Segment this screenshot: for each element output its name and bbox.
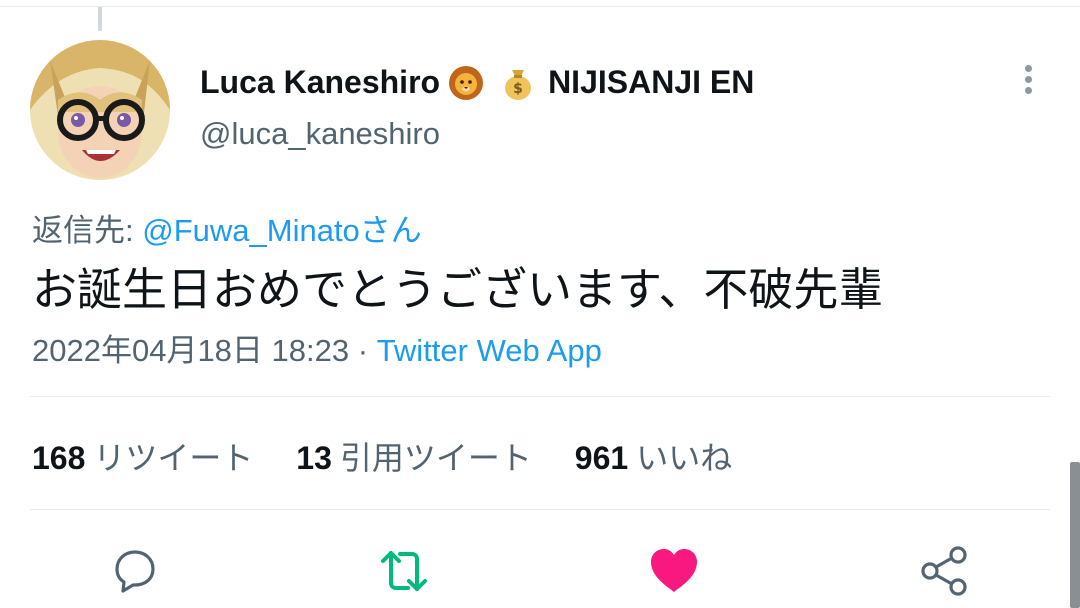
divider <box>30 509 1050 510</box>
reply-icon <box>115 550 155 593</box>
like-count-stat[interactable]: 961 いいね <box>575 433 732 479</box>
retweet-button[interactable] <box>378 545 430 597</box>
replying-to-user-link[interactable]: @Fuwa_Minatoさん <box>142 213 422 248</box>
quote-tweet-count-stat[interactable]: 13 引用ツイート <box>296 433 532 479</box>
author-handle[interactable]: @luca_kaneshiro <box>200 116 440 152</box>
avatar[interactable] <box>30 40 170 180</box>
stat-label: いいね <box>636 440 733 476</box>
heart-icon <box>651 549 697 592</box>
reply-button[interactable] <box>109 545 161 597</box>
tweet-stats: 168 リツイート 13 引用ツイート 961 いいね <box>32 433 766 479</box>
thread-connector-line <box>98 7 102 31</box>
author-name: Luca Kaneshiro <box>200 63 441 100</box>
replying-to: 返信先: @Fuwa_Minatoさん <box>32 205 422 250</box>
meta-separator: · <box>349 333 377 368</box>
stat-count: 168 <box>32 440 86 476</box>
retweet-icon <box>381 551 427 591</box>
author-display-name[interactable]: Luca Kaneshiro $ NIJISANJI EN <box>200 62 754 102</box>
stat-count: 13 <box>296 440 332 476</box>
replying-to-label: 返信先: <box>32 213 143 248</box>
top-divider <box>0 6 1080 7</box>
share-button[interactable] <box>918 545 970 597</box>
money-bag-emoji-icon: $ <box>498 62 538 102</box>
retweet-count-stat[interactable]: 168 リツイート <box>32 433 253 479</box>
stat-label: リツイート <box>93 440 254 476</box>
tweet-timestamp[interactable]: 2022年04月18日 18:23 <box>32 333 349 368</box>
like-button[interactable] <box>648 545 700 597</box>
share-icon <box>921 546 967 596</box>
tweet-text: お誕生日おめでとうございます、不破先輩 <box>32 264 884 315</box>
stat-count: 961 <box>574 440 629 476</box>
divider <box>30 396 1050 397</box>
lion-face-emoji-icon <box>446 62 486 102</box>
svg-text:$: $ <box>513 81 523 97</box>
stat-label: 引用ツイート <box>339 440 532 476</box>
tweet-detail-page: Luca Kaneshiro $ NIJISANJI EN @luca_kane… <box>0 0 1080 608</box>
tweet-source-link[interactable]: Twitter Web App <box>377 333 602 368</box>
more-vertical-icon[interactable] <box>1018 62 1038 102</box>
author-org-name: NIJISANJI EN <box>548 63 755 100</box>
avatar-image <box>30 40 170 180</box>
scrollbar[interactable] <box>1070 462 1080 608</box>
tweet-meta: 2022年04月18日 18:23 · Twitter Web App <box>32 325 602 370</box>
